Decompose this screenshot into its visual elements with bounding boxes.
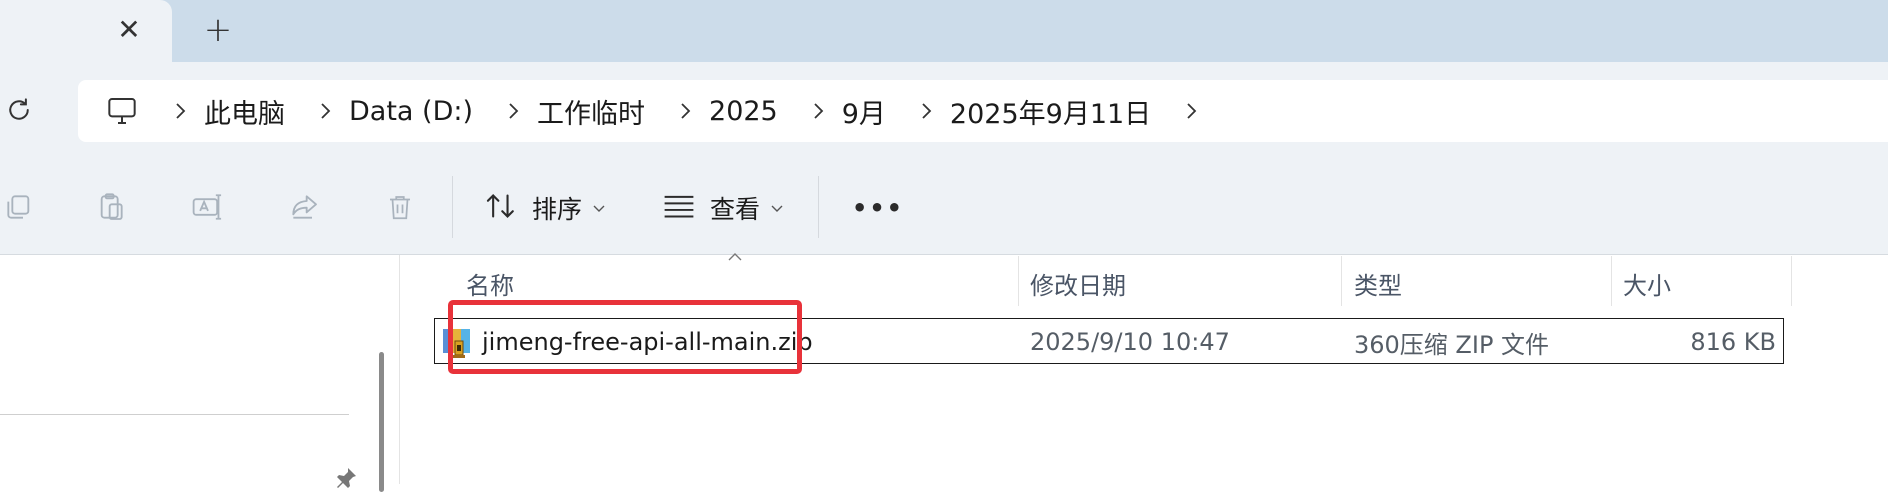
breadcrumb-data-drive[interactable]: Data (D:) xyxy=(349,96,473,127)
chevron-down-icon xyxy=(771,205,783,212)
column-header-modified[interactable]: 修改日期 xyxy=(1030,263,1126,303)
breadcrumb-this-pc[interactable]: 此电脑 xyxy=(204,92,285,131)
chevron-right-icon[interactable] xyxy=(503,101,523,121)
rename-icon[interactable] xyxy=(189,188,227,226)
sort-button[interactable]: 排序 xyxy=(484,188,606,228)
more-icon[interactable]: ••• xyxy=(852,188,904,228)
breadcrumb-work-temp[interactable]: 工作临时 xyxy=(537,92,645,131)
chevron-down-icon xyxy=(593,205,605,212)
sort-ascending-icon xyxy=(728,253,742,261)
chevron-right-icon[interactable] xyxy=(170,101,190,121)
delete-icon[interactable] xyxy=(381,188,419,226)
column-header-size[interactable]: 大小 xyxy=(1623,263,1671,303)
chevron-right-icon[interactable] xyxy=(808,101,828,121)
column-divider[interactable] xyxy=(1611,256,1612,306)
zip-file-icon xyxy=(442,327,476,359)
chevron-right-icon[interactable] xyxy=(916,101,936,121)
nav-separator xyxy=(0,414,349,415)
chevron-right-icon[interactable] xyxy=(1181,101,1201,121)
active-tab[interactable] xyxy=(0,0,172,62)
sort-label: 排序 xyxy=(532,195,583,224)
nav-pane-border xyxy=(399,255,400,484)
column-divider[interactable] xyxy=(1341,256,1342,306)
toolbar-divider xyxy=(818,176,819,238)
view-icon xyxy=(662,192,696,224)
toolbar-divider xyxy=(452,176,453,238)
chevron-right-icon[interactable] xyxy=(315,101,335,121)
computer-icon[interactable] xyxy=(104,93,140,129)
file-size: 816 KB xyxy=(1690,328,1776,356)
column-header-name[interactable]: 名称 xyxy=(466,263,514,303)
paste-icon[interactable] xyxy=(92,188,130,226)
refresh-icon[interactable] xyxy=(2,92,36,128)
view-label: 查看 xyxy=(710,195,761,224)
file-name[interactable]: jimeng-free-api-all-main.zip xyxy=(482,324,813,360)
navigation-pane xyxy=(0,255,400,484)
breadcrumb-year[interactable]: 2025 xyxy=(709,96,778,127)
breadcrumb-day[interactable]: 2025年9月11日 xyxy=(950,92,1151,131)
column-header-type[interactable]: 类型 xyxy=(1354,263,1402,303)
chevron-right-icon[interactable] xyxy=(675,101,695,121)
nav-scrollbar[interactable] xyxy=(379,352,384,492)
command-bar xyxy=(0,160,1888,255)
breadcrumb-month[interactable]: 9月 xyxy=(842,92,886,131)
view-button[interactable]: 查看 xyxy=(662,188,784,228)
file-modified: 2025/9/10 10:47 xyxy=(1030,328,1230,356)
column-divider[interactable] xyxy=(1018,256,1019,306)
plus-icon[interactable]: + xyxy=(200,10,236,50)
tab-strip xyxy=(0,0,1888,62)
sort-icon xyxy=(484,191,518,225)
column-divider[interactable] xyxy=(1791,256,1792,306)
address-bar[interactable]: 此电脑 Data (D:) 工作临时 2025 9月 2025年9月11日 xyxy=(78,80,1888,142)
close-icon[interactable]: ✕ xyxy=(112,12,146,46)
pin-icon[interactable] xyxy=(334,466,358,490)
share-icon[interactable] xyxy=(285,188,323,226)
copy-icon[interactable] xyxy=(0,188,38,226)
file-type: 360压缩 ZIP 文件 xyxy=(1354,330,1550,359)
